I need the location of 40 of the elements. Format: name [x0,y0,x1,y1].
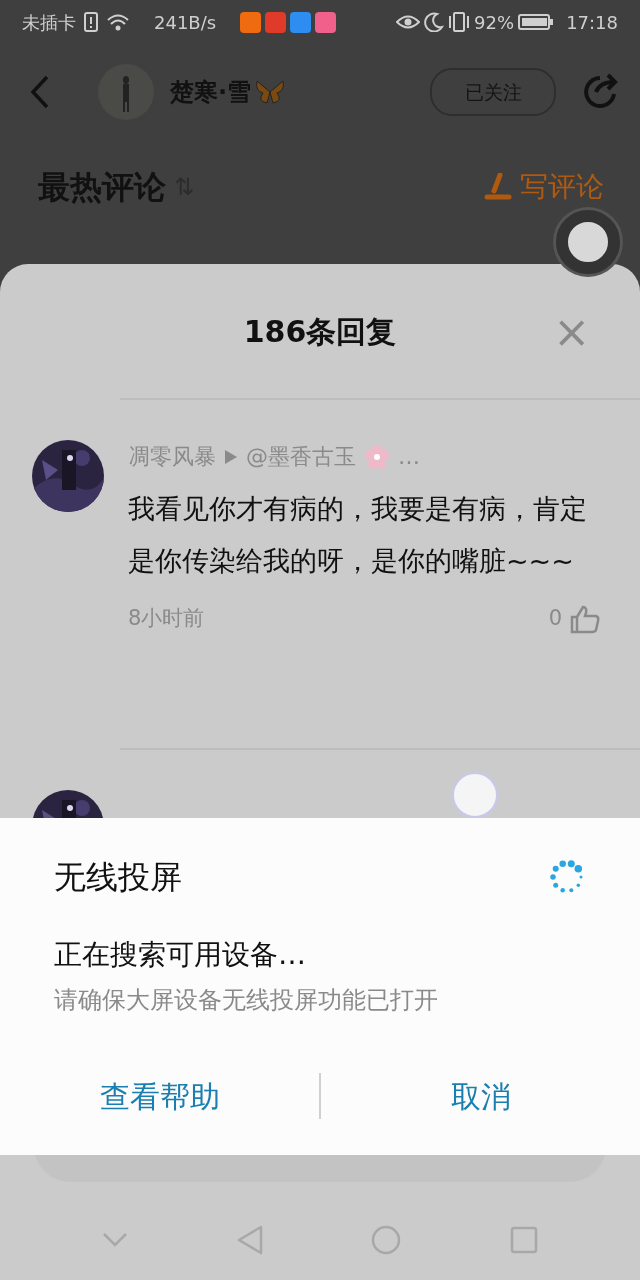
write-comment-link[interactable]: 写评论 [484,166,604,208]
dialog-title: 无线投屏 [54,858,182,897]
cancel-button[interactable]: 取消 [321,1068,640,1125]
close-button[interactable]: × [549,310,594,354]
network-speed: 241B/s [154,10,217,35]
eye-icon [396,13,421,31]
reply-target: @墨香古玉 [246,443,356,471]
butterfly-icon [255,79,286,105]
comment-time: 8小时前 [128,605,205,632]
comment-text: 我看见你才有病的，我要是有病，肯定是你传染给我的呀，是你的嘴脏~~~ [128,492,588,578]
carrier-text: 未插卡 [22,10,76,35]
back-icon[interactable] [236,1225,263,1255]
sort-toggle[interactable]: ⇅ [174,169,195,205]
more-text: … [398,443,420,471]
sheet-title: 186条回复 [243,312,397,351]
moon-icon [424,12,445,32]
author-name: 凋零风暴 [128,443,216,471]
pen-icon [484,173,512,201]
like-count: 0 [548,605,562,632]
back-icon[interactable] [30,75,50,109]
vibrate-icon [448,12,471,32]
clock-time: 17:18 [566,10,618,35]
home-icon[interactable] [371,1225,402,1255]
app-icon [240,11,262,33]
thumbs-up-icon[interactable] [570,603,600,634]
flower-icon [364,443,390,470]
app-icon [265,11,287,33]
sim-icon [84,12,98,32]
battery-percent: 92% [474,10,515,35]
app-icon [290,11,312,33]
chevron-down-icon[interactable] [102,1232,129,1248]
recents-icon[interactable] [509,1226,538,1254]
app-icon [315,11,337,33]
help-button[interactable]: 查看帮助 [0,1068,319,1125]
battery-icon [518,13,555,31]
floating-ball[interactable] [556,210,620,274]
play-icon [224,448,238,465]
dialog-status: 正在搜索可用设备… [54,937,307,974]
wifi-icon [106,12,130,32]
dialog-hint: 请确保大屏设备无线投屏功能已打开 [54,985,439,1017]
